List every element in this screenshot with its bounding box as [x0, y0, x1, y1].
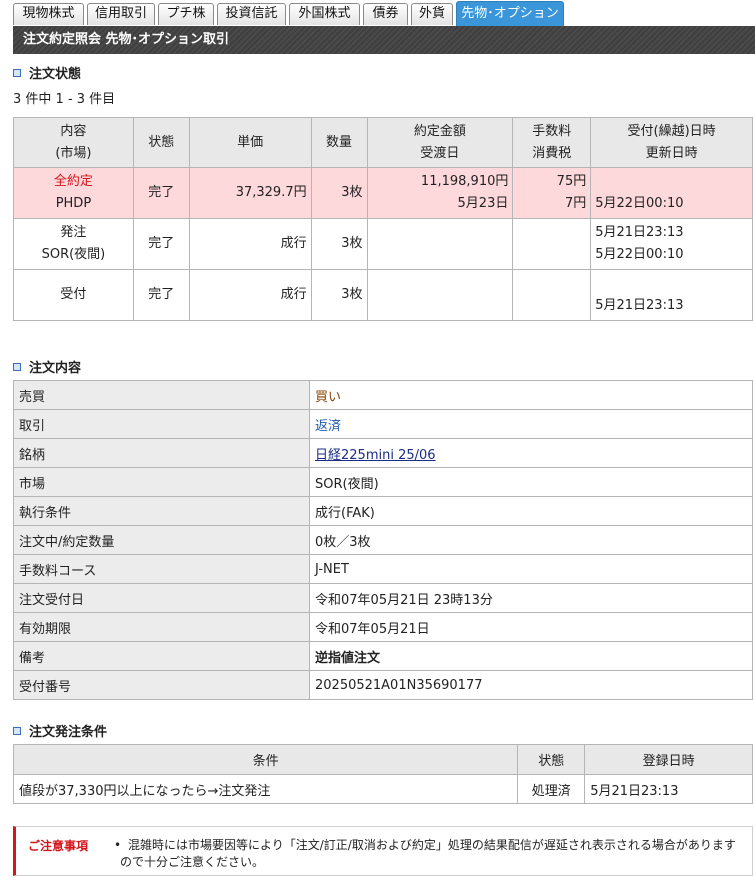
tab-investment-trust[interactable]: 投資信託: [217, 3, 286, 25]
detail-row-expiry: 有効期限 令和07年05月21日: [13, 612, 753, 642]
col-amount: 約定金額 受渡日: [366, 117, 514, 168]
detail-row-quantity: 注文中/約定数量 0枚／3枚: [13, 525, 753, 555]
table-header-row: 内容 (市場) 状態 単価 数量 約定金額 受渡日 手数料 消費税 受付(繰越)日時更…: [13, 117, 753, 168]
col-price: 単価: [188, 117, 312, 168]
tab-petit-stock[interactable]: プチ株: [158, 3, 214, 25]
detail-row-receipt-number: 受付番号 20250521A01N35690177: [13, 670, 753, 700]
detail-row-order-date: 注文受付日 令和07年05月21日 23時13分: [13, 583, 753, 613]
table-row: 全約定 PHDP 完了 37,329.7円 3枚 11,198,910円 5月23日…: [13, 167, 753, 219]
detail-row-trade: 取引 返済: [13, 409, 753, 439]
col-qty: 数量: [310, 117, 368, 168]
col-status: 状態: [132, 117, 190, 168]
notice-title: ご注意事項: [28, 839, 89, 853]
section-order-detail: 注文内容: [13, 360, 81, 378]
notice-text: • 混雑時には市場要因等により「注文/訂正/取消および約定」処理の結果配信が遅延…: [114, 838, 736, 869]
col-date: 受付(繰越)日時 更新日時: [590, 117, 753, 168]
square-bullet-icon: [13, 727, 21, 735]
square-bullet-icon: [13, 363, 21, 371]
tab-futures-options[interactable]: 先物･オプション: [456, 1, 564, 26]
table-row: 受付 完了 成行 3枚 5月21日23:13: [13, 269, 753, 321]
tab-bonds[interactable]: 債券: [363, 3, 408, 25]
section-order-status: 注文状態: [13, 66, 81, 84]
detail-row-side: 売買 買い: [13, 380, 753, 410]
order-detail-table: 売買 買い 取引 返済 銘柄 日経225mini 25/06 市場 SOR(夜間) 執行…: [13, 380, 753, 700]
section-title: 注文発注条件: [29, 725, 108, 740]
order-status-table: 内容 (市場) 状態 単価 数量 約定金額 受渡日 手数料 消費税 受付(繰越)日時更…: [13, 117, 753, 321]
tab-stocks[interactable]: 現物株式: [13, 3, 84, 25]
result-count: 3 件中 1 - 3 件目: [13, 92, 116, 107]
detail-row-symbol: 銘柄 日経225mini 25/06: [13, 438, 753, 468]
table-row: 発注 SOR(夜間) 完了 成行 3枚 5月21日23:13 5月22日00:10: [13, 218, 753, 270]
order-condition-table: 条件 状態 登録日時 値段が37,330円以上になったら→注文発注 処理済 5月…: [12, 744, 753, 804]
section-title: 注文内容: [29, 361, 82, 376]
detail-row-execution: 執行条件 成行(FAK): [13, 496, 753, 526]
symbol-link[interactable]: 日経225mini 25/06: [315, 448, 436, 463]
section-title: 注文状態: [29, 67, 82, 82]
detail-row-fee-course: 手数料コース J-NET: [13, 554, 753, 584]
fill-status: 全約定: [53, 174, 93, 189]
tab-margin[interactable]: 信用取引: [87, 3, 155, 25]
tab-foreign-stocks[interactable]: 外国株式: [289, 3, 360, 25]
col-condition: 条件: [12, 744, 519, 775]
table-header-row: 条件 状態 登録日時: [12, 744, 753, 775]
col-fee: 手数料 消費税: [512, 117, 592, 168]
col-status: 状態: [517, 744, 586, 775]
table-row: 値段が37,330円以上になったら→注文発注 処理済 5月21日23:13: [12, 774, 753, 804]
col-registered: 登録日時: [584, 744, 753, 775]
detail-row-remarks: 備考 逆指値注文: [13, 641, 753, 671]
bullet-icon: •: [114, 838, 122, 852]
page-title: 注文約定照会 先物･オプション取引: [13, 26, 755, 54]
section-order-condition: 注文発注条件: [13, 724, 107, 742]
detail-row-market: 市場 SOR(夜間): [13, 467, 753, 497]
col-content: 内容 (市場): [13, 117, 134, 168]
notice-box: ご注意事項 • 混雑時には市場要因等により「注文/訂正/取消および約定」処理の結…: [13, 826, 753, 876]
square-bullet-icon: [13, 69, 21, 77]
product-tabs: 現物株式 信用取引 プチ株 投資信託 外国株式 債券 外貨 先物･オプション: [0, 0, 755, 26]
tab-fx[interactable]: 外貨: [411, 3, 453, 25]
